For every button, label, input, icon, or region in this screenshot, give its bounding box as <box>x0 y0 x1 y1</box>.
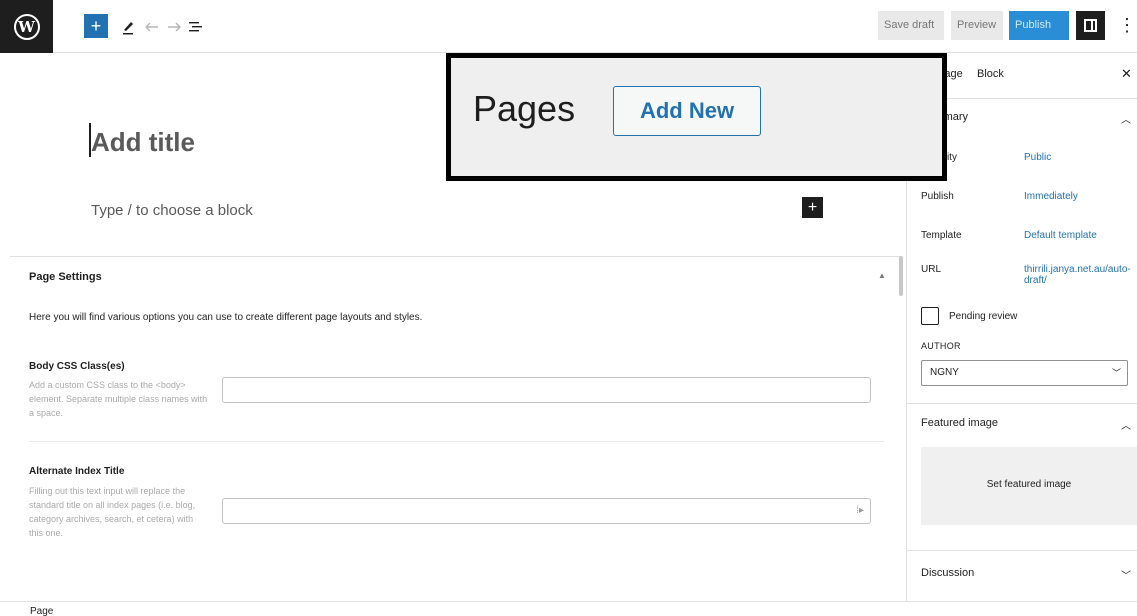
author-select[interactable]: NGNY ﹀ <box>921 360 1128 386</box>
body-css-class-input[interactable] <box>222 377 871 403</box>
close-sidebar-icon[interactable]: ✕ <box>1121 66 1132 82</box>
metabox-title[interactable]: Page Settings <box>29 271 102 283</box>
undo-icon[interactable] <box>142 15 162 39</box>
callout-title: Pages <box>473 88 576 129</box>
template-label: Template <box>921 230 962 241</box>
visibility-value-button[interactable]: Public <box>1024 152 1134 163</box>
alternate-index-title-input[interactable]: ⁞▸ <box>222 498 871 524</box>
scrollbar[interactable] <box>899 256 903 296</box>
page-title-input[interactable]: Add title <box>91 127 195 158</box>
more-options-icon[interactable]: ⋮ <box>1118 15 1136 36</box>
author-value: NGNY <box>930 367 959 378</box>
wordpress-logo-icon: W <box>13 13 40 40</box>
breadcrumb[interactable]: Page <box>30 606 53 616</box>
preview-button[interactable]: Preview <box>951 11 1003 40</box>
block-placeholder[interactable]: Type / to choose a block <box>91 202 253 219</box>
url-button[interactable]: thirrili.janya.net.au/auto-draft/ <box>1024 264 1134 286</box>
set-featured-image-label: Set featured image <box>986 479 1072 490</box>
discussion-panel-title[interactable]: Discussion <box>921 567 974 579</box>
wordpress-logo-button[interactable]: W <box>0 0 53 53</box>
field-divider <box>29 441 884 442</box>
publish-button[interactable]: Publish <box>1009 11 1069 40</box>
metabox-description: Here you will find various options you c… <box>29 312 423 323</box>
publish-date-button[interactable]: Immediately <box>1024 191 1134 202</box>
page-settings-metabox: Page Settings ▲ Here you will find vario… <box>10 256 900 601</box>
inline-block-inserter-button[interactable]: + <box>802 197 823 218</box>
body-css-class-help: Add a custom CSS class to the <body> ele… <box>29 380 208 418</box>
edit-tools-icon[interactable] <box>118 15 138 39</box>
settings-sidebar-toggle[interactable] <box>1076 11 1105 40</box>
body-css-class-label: Body CSS Class(es) <box>29 361 125 372</box>
panel-divider <box>907 550 1137 551</box>
chevron-up-icon[interactable]: ︿ <box>1121 417 1131 432</box>
redo-icon[interactable] <box>164 15 184 39</box>
chevron-up-icon[interactable]: ︿ <box>1121 111 1131 126</box>
publish-label: Publish <box>921 191 954 202</box>
template-button[interactable]: Default template <box>1024 230 1134 241</box>
alternate-index-title-label: Alternate Index Title <box>29 466 125 477</box>
add-block-button[interactable]: + <box>84 14 108 38</box>
editor-footer: Page <box>0 601 1137 616</box>
add-new-page-button[interactable]: Add New <box>613 86 761 136</box>
editor-toolbar: W + Save draft Preview Publish ⋮ <box>0 0 1137 53</box>
autofill-key-icon[interactable]: ⁞▸ <box>856 505 864 516</box>
save-draft-button[interactable]: Save draft <box>878 11 944 40</box>
panel-divider <box>907 403 1137 404</box>
pages-callout-overlay: Pages Add New <box>446 53 947 181</box>
chevron-down-icon: ﹀ <box>1111 368 1121 378</box>
tab-block[interactable]: Block <box>977 68 1004 80</box>
metabox-collapse-icon[interactable]: ▲ <box>878 271 886 280</box>
document-overview-icon[interactable] <box>186 15 206 39</box>
featured-image-panel-title[interactable]: Featured image <box>921 417 998 429</box>
url-label: URL <box>921 264 942 275</box>
pending-review-label[interactable]: Pending review <box>949 311 1017 322</box>
sidebar-toggle-icon <box>1084 19 1097 32</box>
pending-review-checkbox[interactable] <box>921 307 939 325</box>
author-label: AUTHOR <box>921 341 961 351</box>
chevron-down-icon[interactable]: ﹀ <box>1121 567 1131 582</box>
alternate-index-title-help: Filling out this text input will replace… <box>29 486 196 538</box>
set-featured-image-button[interactable]: Set featured image <box>921 447 1137 525</box>
